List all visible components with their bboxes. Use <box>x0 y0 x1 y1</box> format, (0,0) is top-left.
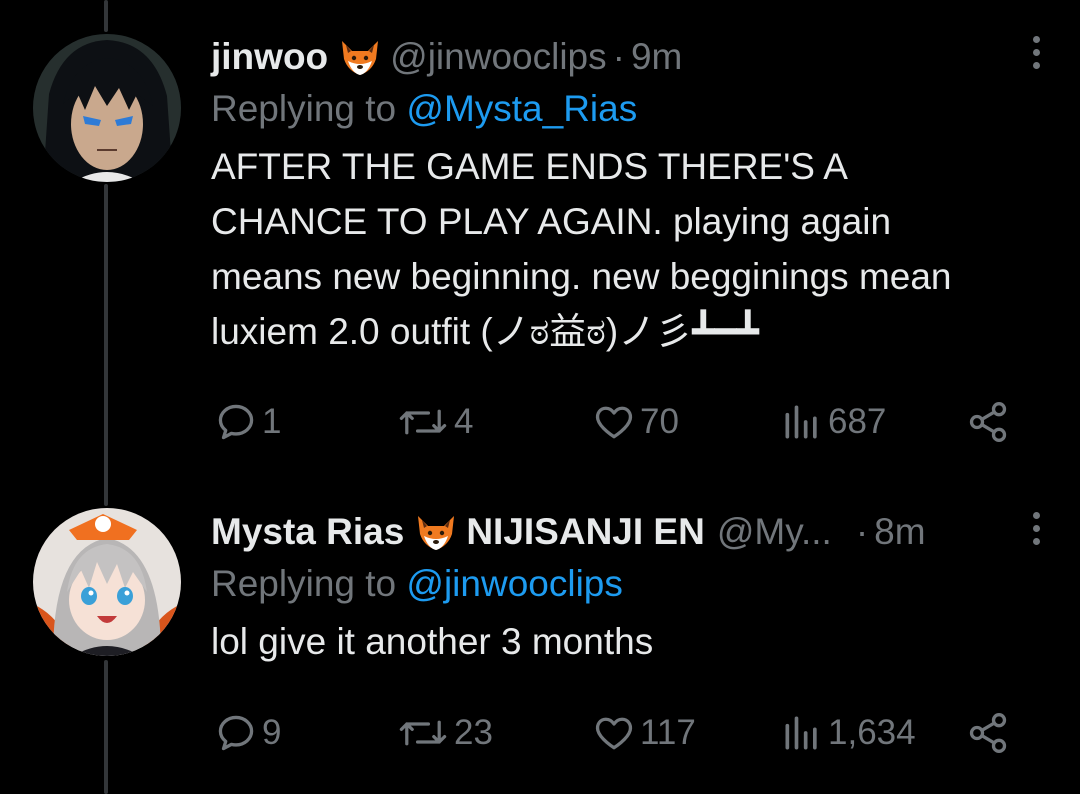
reply-mention-link[interactable]: @jinwooclips <box>406 563 622 604</box>
tweet-text-line: luxiem 2.0 outfit (ノಠ益ಠ)ノ彡┻━┻ <box>211 311 760 352</box>
views-button[interactable]: 687 <box>780 397 886 447</box>
replying-to: Replying to @Mysta_Rias <box>211 87 1050 131</box>
like-button[interactable]: 117 <box>592 708 696 758</box>
reply-count: 9 <box>262 713 282 752</box>
reply-button[interactable]: 1 <box>214 397 281 447</box>
display-name[interactable]: Mysta Rias <box>211 510 404 554</box>
dark-haired-anime-avatar-icon <box>33 34 181 182</box>
handle[interactable]: @My... <box>717 510 832 554</box>
replying-to: Replying to @jinwooclips <box>211 562 1050 606</box>
like-button[interactable]: 70 <box>592 397 679 447</box>
display-name[interactable]: jinwoo <box>211 35 328 79</box>
replying-to-label: Replying to <box>211 88 397 129</box>
tweet-header: jinwoo @jinwooclips · 9m <box>211 35 1050 79</box>
affiliation-label[interactable]: NIJISANJI EN <box>466 510 705 554</box>
view-count: 687 <box>828 402 887 441</box>
reply-icon <box>218 715 254 751</box>
tweet-mysta[interactable]: Mysta Rias NIJISANJI EN @My... · 8m Repl… <box>0 470 1080 794</box>
tweet-actions: 1 4 70 687 <box>214 397 1014 447</box>
tweet-actions: 9 23 117 1,634 <box>214 708 1014 758</box>
avatar[interactable] <box>33 34 181 182</box>
share-icon <box>969 402 1007 442</box>
more-options-icon[interactable] <box>1030 36 1042 76</box>
retweet-count: 4 <box>454 402 474 441</box>
handle[interactable]: @jinwooclips <box>390 35 606 79</box>
reply-mention-link[interactable]: @Mysta_Rias <box>406 88 637 129</box>
tweet-text-line: AFTER THE GAME ENDS THERE'S A <box>211 146 848 187</box>
fox-emoji-icon <box>342 41 379 75</box>
tweet-text-line: means new beginning. new begginings mean <box>211 256 952 297</box>
views-button[interactable]: 1,634 <box>780 708 916 758</box>
timestamp[interactable]: 9m <box>631 35 682 79</box>
fox-eared-anime-avatar-icon <box>33 508 181 656</box>
reply-icon <box>218 404 254 440</box>
share-button[interactable] <box>966 397 1010 447</box>
retweet-icon <box>399 409 447 435</box>
heart-icon <box>595 717 633 750</box>
fox-emoji-icon <box>418 516 455 550</box>
separator-dot: · <box>855 511 869 552</box>
tweet-header: Mysta Rias NIJISANJI EN @My... · 8m <box>211 510 1050 554</box>
avatar[interactable] <box>33 508 181 656</box>
reply-button[interactable]: 9 <box>214 708 281 758</box>
share-icon <box>969 713 1007 753</box>
heart-icon <box>595 406 633 439</box>
retweet-count: 23 <box>454 713 493 752</box>
tweet-text: lol give it another 3 months <box>211 614 1050 669</box>
view-count: 1,634 <box>828 713 916 752</box>
tweet-jinwoo[interactable]: jinwoo @jinwooclips · 9m Replying to @My… <box>0 0 1080 470</box>
more-options-icon[interactable] <box>1030 512 1042 552</box>
tweet-text: AFTER THE GAME ENDS THERE'S A CHANCE TO … <box>211 139 1050 359</box>
replying-to-label: Replying to <box>211 563 397 604</box>
like-count: 117 <box>640 713 696 752</box>
timestamp[interactable]: 8m <box>874 510 925 554</box>
share-button[interactable] <box>966 708 1010 758</box>
like-count: 70 <box>640 402 679 441</box>
views-chart-icon <box>785 716 817 750</box>
retweet-icon <box>399 720 447 746</box>
tweet-text-line: CHANCE TO PLAY AGAIN. playing again <box>211 201 892 242</box>
separator-dot: · <box>612 36 625 77</box>
reply-count: 1 <box>262 402 282 441</box>
views-chart-icon <box>785 405 817 439</box>
retweet-button[interactable]: 23 <box>396 708 493 758</box>
retweet-button[interactable]: 4 <box>396 397 473 447</box>
tweet-text-line: lol give it another 3 months <box>211 621 654 662</box>
